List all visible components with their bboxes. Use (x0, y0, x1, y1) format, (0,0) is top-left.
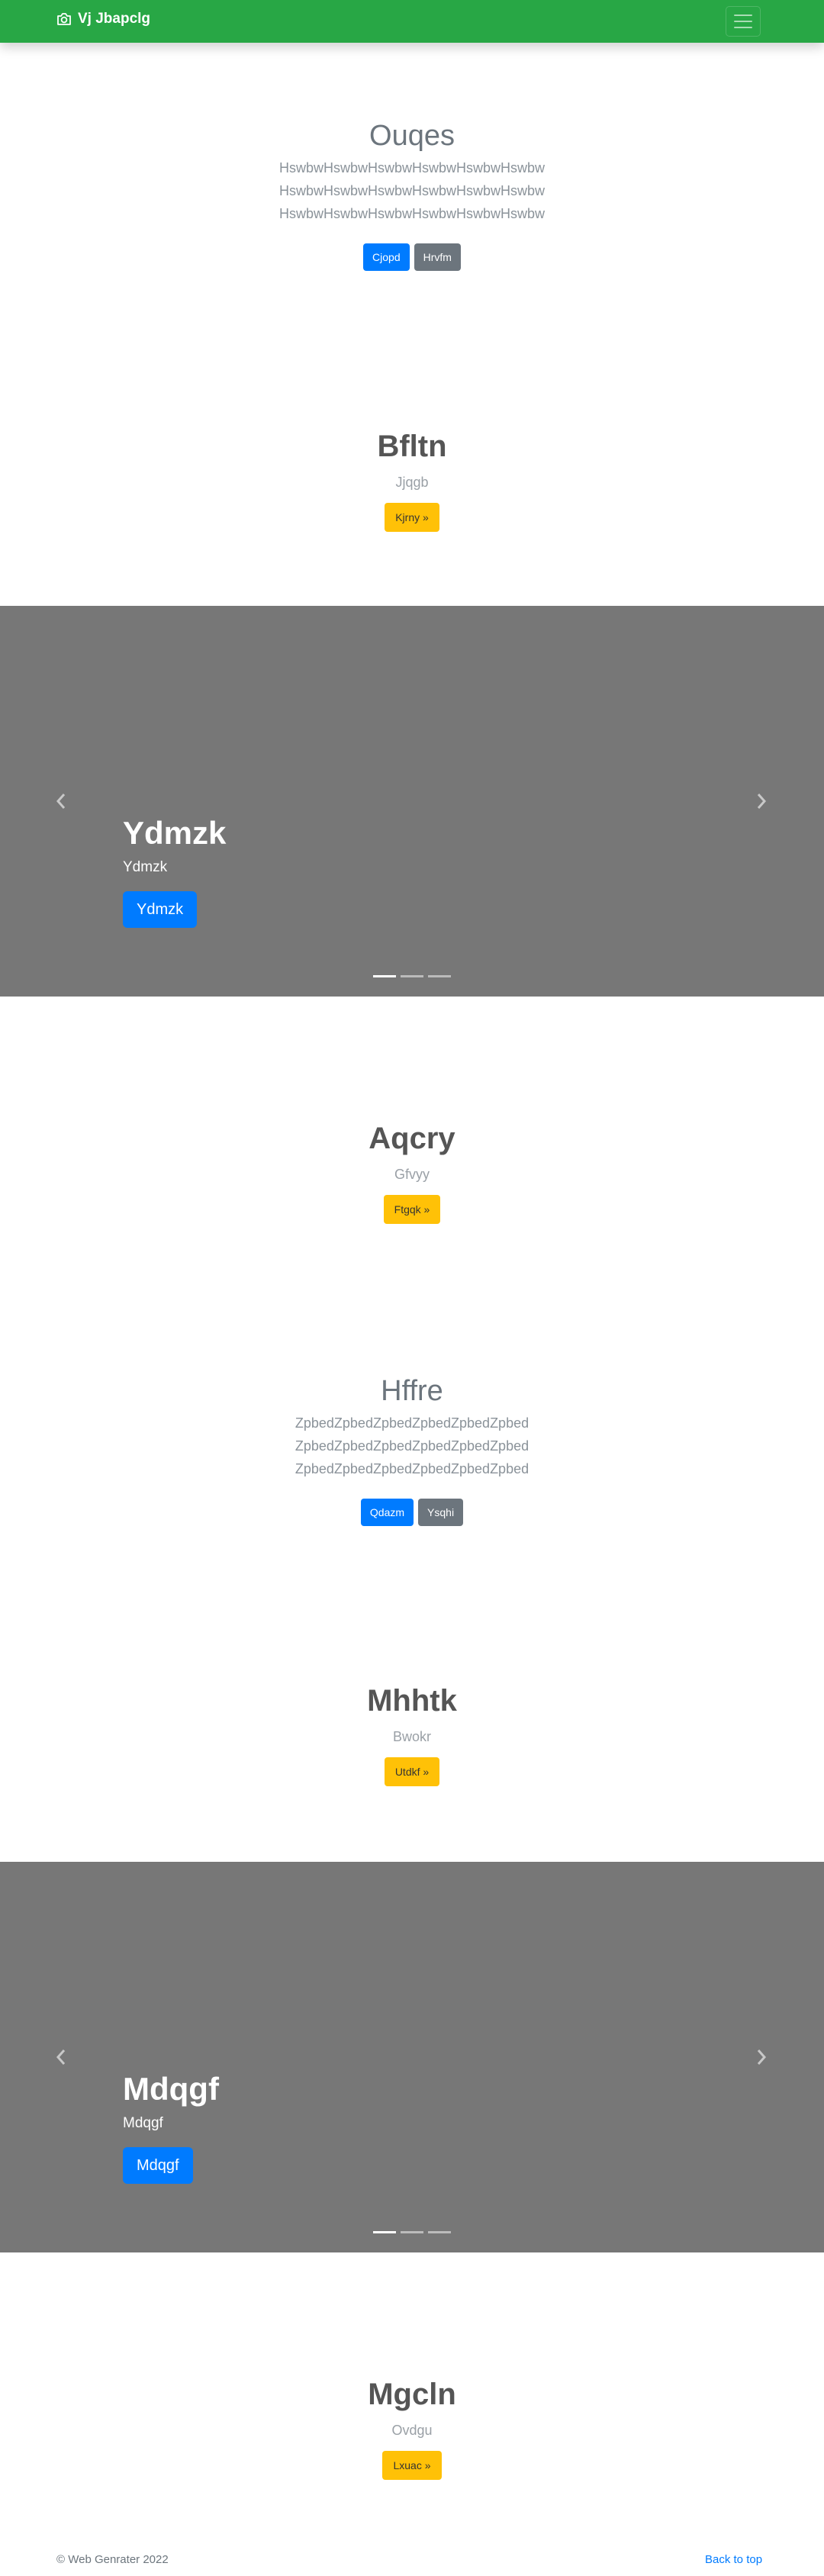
jumbotron-title: Ouqes (369, 120, 455, 152)
carousel-button[interactable]: Ydmzk (123, 891, 198, 928)
chevron-left-icon (56, 2050, 66, 2065)
carousel-title: Mdqgf (123, 2071, 219, 2107)
jumbotron-lead: HswbwHswbwHswbwHswbwHswbwHswbw HswbwHswb… (0, 156, 824, 225)
carousel-indicator[interactable] (401, 2231, 423, 2233)
carousel-indicators (0, 975, 824, 977)
hamburger-icon-bar (734, 27, 752, 28)
back-to-top-link[interactable]: Back to top (705, 2553, 762, 2566)
carousel-1: Ydmzk Ydmzk Ydmzk (0, 606, 824, 997)
camera-icon (57, 13, 71, 25)
carousel-caption: Mdqgf Mdqgf Mdqgf (123, 2069, 219, 2184)
primary-button[interactable]: Cjopd (363, 243, 410, 271)
jumbotron-2: Hffre ZpbedZpbedZpbedZpbedZpbedZpbed Zpb… (0, 1373, 824, 1526)
brand-label: Vj Jbapclg (78, 11, 151, 27)
carousel-next-button[interactable] (746, 2034, 777, 2080)
hamburger-icon (734, 14, 752, 16)
feature-section-1: Bfltn Jjqgb Kjrny » (0, 428, 824, 532)
secondary-button[interactable]: Ysqhi (418, 1499, 464, 1526)
carousel-next-button[interactable] (746, 778, 777, 824)
feature-subtitle: Jjqgb (395, 475, 429, 490)
feature-subtitle: Gfvyy (394, 1167, 430, 1182)
lead-line: HswbwHswbwHswbwHswbwHswbwHswbw (278, 206, 546, 221)
feature-section-3: Mhhtk Bwokr Utdkf » (0, 1682, 824, 1786)
carousel-button[interactable]: Mdqgf (123, 2147, 193, 2184)
lead-line: HswbwHswbwHswbwHswbwHswbwHswbw (278, 183, 546, 198)
feature-section-4: Mgcln Ovdgu Lxuac » (0, 2376, 824, 2480)
jumbotron-1: Ouqes HswbwHswbwHswbwHswbwHswbwHswbw Hsw… (0, 118, 824, 271)
jumbotron-title: Hffre (381, 1375, 443, 1407)
lead-line: ZpbedZpbedZpbedZpbedZpbedZpbed (295, 1415, 529, 1431)
primary-button[interactable]: Qdazm (360, 1499, 414, 1526)
carousel-title: Ydmzk (123, 815, 227, 851)
carousel-indicators (0, 2231, 824, 2233)
chevron-right-icon (757, 2050, 767, 2065)
feature-button[interactable]: Kjrny » (385, 503, 439, 532)
secondary-button[interactable]: Hrvfm (414, 243, 461, 271)
hamburger-icon-bar (734, 21, 752, 22)
carousel-prev-button[interactable] (46, 2034, 76, 2080)
feature-button[interactable]: Utdkf » (384, 1757, 440, 1786)
jumbotron-actions: Qdazm Ysqhi (0, 1499, 824, 1526)
feature-title: Mgcln (368, 2378, 456, 2411)
carousel-text: Ydmzk (123, 859, 168, 875)
brand-link[interactable]: Vj Jbapclg (56, 11, 150, 27)
navbar: Vj Jbapclg (0, 0, 824, 43)
feature-button[interactable]: Ftgqk » (383, 1195, 441, 1224)
carousel-indicator[interactable] (373, 2231, 396, 2233)
feature-subtitle: Bwokr (392, 1729, 431, 1744)
carousel-indicator[interactable] (373, 975, 396, 977)
feature-title: Aqcry (369, 1122, 455, 1155)
carousel-2: Mdqgf Mdqgf Mdqgf (0, 1862, 824, 2252)
carousel-caption: Ydmzk Ydmzk Ydmzk (123, 813, 226, 928)
jumbotron-actions: Cjopd Hrvfm (0, 243, 824, 271)
carousel-text: Mdqgf (123, 2115, 163, 2131)
lead-line: HswbwHswbwHswbwHswbwHswbwHswbw (278, 160, 546, 175)
lead-line: ZpbedZpbedZpbedZpbedZpbedZpbed (295, 1461, 529, 1476)
carousel-indicator[interactable] (428, 2231, 451, 2233)
footer: © Web Genrater 2022 Back to top (0, 2541, 824, 2576)
carousel-prev-button[interactable] (46, 778, 76, 824)
carousel-indicator[interactable] (401, 975, 423, 977)
feature-section-2: Aqcry Gfvyy Ftgqk » (0, 1120, 824, 1224)
jumbotron-lead: ZpbedZpbedZpbedZpbedZpbedZpbed ZpbedZpbe… (0, 1412, 824, 1480)
feature-subtitle: Ovdgu (391, 2423, 433, 2438)
lead-line: ZpbedZpbedZpbedZpbedZpbedZpbed (295, 1438, 529, 1454)
copyright-text: © Web Genrater 2022 (56, 2553, 169, 2566)
carousel-indicator[interactable] (428, 975, 451, 977)
feature-button[interactable]: Lxuac » (382, 2451, 442, 2480)
navbar-toggle-button[interactable] (726, 6, 761, 37)
feature-title: Mhhtk (367, 1684, 457, 1718)
feature-title: Bfltn (377, 430, 447, 463)
chevron-left-icon (56, 794, 66, 809)
chevron-right-icon (757, 794, 767, 809)
